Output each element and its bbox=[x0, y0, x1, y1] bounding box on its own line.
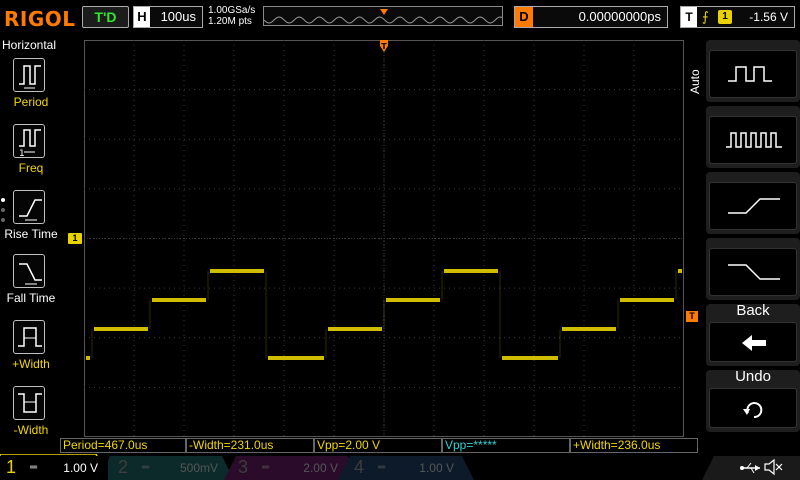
channel-4-number: 4 bbox=[354, 457, 365, 477]
period-label: Period bbox=[13, 95, 49, 109]
delay-tag: D bbox=[515, 7, 533, 27]
rise-time-icon bbox=[13, 190, 45, 224]
timebase-value: 100us bbox=[160, 9, 196, 24]
trigger-level: -1.56 V bbox=[749, 10, 788, 24]
brand-logo: RIGOL bbox=[4, 7, 76, 31]
measure-frequency-button[interactable]: 1 Freq bbox=[0, 124, 62, 184]
delay-value: 0.00000000ps bbox=[578, 9, 661, 24]
auto-rise-time-button[interactable] bbox=[706, 172, 800, 234]
fall-time-label: Fall Time bbox=[6, 291, 56, 305]
memory-trigger-marker-icon bbox=[380, 9, 388, 15]
channel-1-tab[interactable]: 1 ═ 1.00 V bbox=[0, 456, 108, 480]
channel-2-tab[interactable]: 2 ═ 500mV bbox=[112, 456, 228, 480]
dc-coupling-icon: ═ bbox=[142, 462, 150, 473]
measurement-period[interactable]: Period=467.0us bbox=[60, 438, 186, 453]
svg-text:1: 1 bbox=[19, 149, 25, 158]
run-state-indicator[interactable]: T'D bbox=[82, 6, 129, 28]
channel-status-bar: 1 ═ 1.00 V 2 ═ 500mV 3 ═ 2.00 V 4 ═ 1.00… bbox=[0, 454, 800, 480]
top-status-bar: RIGOL T'D H 100us 1.00GSa/s 1.20M pts D … bbox=[0, 0, 800, 36]
falling-edge-icon bbox=[709, 248, 797, 296]
waveform-segment bbox=[386, 298, 440, 302]
dc-coupling-icon: ═ bbox=[378, 462, 386, 473]
measure-fall-time-button[interactable]: Fall Time bbox=[0, 254, 62, 314]
rising-edge-icon: ⨍ bbox=[702, 9, 709, 24]
timebase-readout[interactable]: H 100us bbox=[133, 6, 203, 28]
rise-time-label: Rise Time bbox=[4, 227, 58, 241]
usb-icon bbox=[740, 462, 760, 474]
sample-info: 1.00GSa/s 1.20M pts bbox=[208, 5, 255, 27]
frequency-icon: 1 bbox=[13, 124, 45, 158]
freq-label: Freq bbox=[18, 161, 44, 175]
auto-frequency-button[interactable] bbox=[706, 106, 800, 168]
auto-mode-label: Auto bbox=[688, 69, 702, 94]
speaker-muted-icon[interactable] bbox=[763, 458, 783, 476]
ch1-offset-marker[interactable]: 1 bbox=[68, 233, 82, 244]
timebase-tag: H bbox=[134, 7, 150, 27]
measure-rise-time-button[interactable]: Rise Time bbox=[0, 190, 62, 250]
waveform-segment bbox=[210, 269, 264, 273]
undo-button[interactable]: Undo bbox=[706, 368, 800, 432]
waveform-segment bbox=[502, 356, 558, 360]
waveform-segment bbox=[268, 356, 324, 360]
trigger-position-label: T bbox=[381, 42, 387, 51]
measurement-negative-width[interactable]: -Width=231.0us bbox=[186, 438, 314, 453]
undo-label: Undo bbox=[735, 368, 771, 385]
measure-negative-width-button[interactable]: -Width bbox=[0, 386, 62, 446]
channel-4-tab[interactable]: 4 ═ 1.00 V bbox=[348, 456, 464, 480]
memory-position-strip[interactable] bbox=[263, 6, 503, 26]
dc-coupling-icon: ═ bbox=[262, 462, 270, 473]
waveform-display[interactable]: T bbox=[84, 40, 684, 437]
channel-3-scale: 2.00 V bbox=[303, 461, 338, 475]
channel-1-number: 1 bbox=[6, 457, 17, 477]
measurement-vpp-ch2[interactable]: Vpp=***** bbox=[442, 438, 570, 453]
panel-title: Horizontal bbox=[2, 38, 57, 52]
waveform-segment bbox=[94, 327, 148, 331]
positive-width-label: +Width bbox=[12, 357, 50, 371]
waveform-segment bbox=[562, 327, 616, 331]
waveform-segment bbox=[444, 269, 498, 273]
measure-period-button[interactable]: Period bbox=[0, 58, 62, 118]
negative-width-icon bbox=[13, 386, 45, 420]
delay-readout[interactable]: D 0.00000000ps bbox=[514, 6, 668, 28]
waveform-segment bbox=[152, 298, 206, 302]
waveform-segment bbox=[678, 269, 682, 273]
trigger-tag: T bbox=[681, 7, 697, 27]
channel-2-number: 2 bbox=[118, 457, 129, 477]
dc-coupling-icon: ═ bbox=[30, 462, 38, 473]
period-icon bbox=[13, 58, 45, 92]
pulse-wave-icon bbox=[709, 50, 797, 98]
auto-measure-panel: Auto Back Undo bbox=[684, 36, 800, 454]
positive-width-icon bbox=[13, 320, 45, 354]
graticule bbox=[84, 40, 684, 437]
measurement-vpp-ch1[interactable]: Vpp=2.00 V bbox=[314, 438, 442, 453]
sample-rate: 1.00GSa/s bbox=[208, 5, 256, 16]
back-label: Back bbox=[736, 302, 770, 319]
back-button[interactable]: Back bbox=[706, 302, 800, 366]
channel-2-scale: 500mV bbox=[179, 461, 218, 475]
waveform-segment bbox=[86, 356, 90, 360]
channel-3-tab[interactable]: 3 ═ 2.00 V bbox=[232, 456, 348, 480]
channel-3-number: 3 bbox=[238, 457, 249, 477]
rising-edge-icon bbox=[709, 182, 797, 230]
measure-positive-width-button[interactable]: +Width bbox=[0, 320, 62, 380]
undo-icon bbox=[709, 388, 797, 428]
fall-time-icon bbox=[13, 254, 45, 288]
trigger-source: 1 bbox=[718, 10, 732, 24]
measure-horizontal-panel: Horizontal Period 1 Freq Rise Time Fall … bbox=[0, 36, 62, 454]
waveform-segment bbox=[620, 298, 674, 302]
auto-period-button[interactable] bbox=[706, 40, 800, 102]
measurement-results-bar: Period=467.0us -Width=231.0us Vpp=2.00 V… bbox=[60, 437, 700, 454]
channel-1-scale: 1.00 V bbox=[63, 461, 98, 475]
channel-4-scale: 1.00 V bbox=[419, 461, 454, 475]
waveform-segment bbox=[328, 327, 382, 331]
memory-waveform-preview bbox=[264, 9, 502, 24]
auto-fall-time-button[interactable] bbox=[706, 238, 800, 300]
trigger-readout[interactable]: T ⨍ 1 -1.56 V bbox=[680, 6, 795, 28]
negative-width-label: -Width bbox=[13, 423, 49, 437]
measurement-positive-width[interactable]: +Width=236.0us bbox=[570, 438, 698, 453]
memory-depth: 1.20M pts bbox=[208, 16, 252, 27]
back-arrow-icon bbox=[709, 322, 797, 362]
pulse-train-icon bbox=[709, 116, 797, 164]
